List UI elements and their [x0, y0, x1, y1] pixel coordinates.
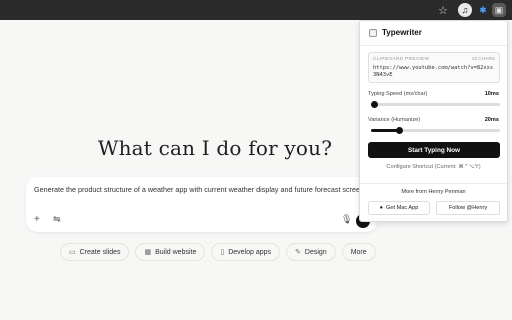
music-note-icon[interactable]: ♫ [458, 3, 472, 17]
chip-label: Design [304, 248, 327, 256]
configure-shortcut-link[interactable]: Configure Shortcut (Current: ⌘⌃⌥Y) [360, 164, 507, 170]
variance-value: 20ms [484, 117, 499, 123]
variance-fill [371, 129, 400, 132]
slides-icon: ▭ [69, 249, 76, 256]
variance-label: Variance (Humanize) [368, 117, 421, 123]
chip-label: Build website [155, 248, 197, 256]
chip-build-website[interactable]: ▦ Build website [135, 243, 206, 261]
popup-title: Typewriter [382, 28, 422, 37]
clipboard-label: CLIPBOARD PREVIEW [373, 57, 430, 62]
prompt-text[interactable]: Generate the product structure of a weat… [34, 185, 364, 194]
chip-more[interactable]: More [341, 243, 376, 261]
typewriter-icon[interactable]: ▣ [492, 3, 506, 17]
more-from-label: More from Henry Penman [401, 189, 466, 195]
follow-label: Follow @Henry [448, 205, 488, 211]
divider [360, 45, 507, 46]
get-mac-app-button[interactable]: ● Get Mac App [368, 201, 430, 215]
clipboard-char-count: 43 CHARS [471, 57, 495, 62]
typing-speed-label: Typing Speed (ms/char) [368, 91, 428, 97]
clipboard-preview: CLIPBOARD PREVIEW 43 CHARS https://www.y… [368, 52, 500, 83]
chip-develop-apps[interactable]: ▯ Develop apps [211, 243, 281, 261]
website-icon: ▦ [144, 249, 152, 256]
bookmark-star-icon[interactable]: ☆ [436, 3, 450, 17]
popup-header: Typewriter [369, 28, 422, 37]
divider [360, 183, 507, 184]
phone-icon: ▯ [220, 249, 225, 256]
follow-button[interactable]: Follow @Henry [436, 201, 500, 215]
get-mac-app-label: Get Mac App [386, 205, 419, 211]
variance-handle[interactable] [396, 127, 404, 134]
chip-create-slides[interactable]: ▭ Create slides [60, 243, 130, 261]
typing-speed-slider[interactable] [371, 101, 500, 108]
apple-icon: ● [379, 205, 384, 211]
suggestion-chips: ▭ Create slides ▦ Build website ▯ Develo… [60, 243, 376, 261]
typewriter-logo-icon [369, 28, 377, 37]
typing-speed-handle[interactable] [371, 101, 378, 108]
brush-icon: ✎ [295, 249, 301, 256]
typing-speed-value: 10ms [484, 91, 499, 97]
puzzle-icon[interactable]: ✱ [476, 3, 490, 17]
chip-label: More [350, 248, 367, 256]
chip-label: Create slides [79, 248, 121, 256]
tools-icon[interactable]: ⇋ [53, 214, 61, 225]
prompt-input-box[interactable]: Generate the product structure of a weat… [26, 177, 378, 232]
start-typing-button[interactable]: Start Typing Now [368, 142, 500, 158]
chip-label: Develop apps [228, 248, 272, 256]
clipboard-text: https://www.youtube.com/watch?v=82xxs3N4… [373, 65, 494, 78]
variance-slider[interactable] [371, 127, 500, 134]
typewriter-popup: Typewriter CLIPBOARD PREVIEW 43 CHARS ht… [359, 20, 508, 222]
chip-design[interactable]: ✎ Design [286, 243, 336, 261]
plus-icon[interactable]: + [34, 214, 40, 225]
browser-toolbar: ☆ ♫ ✱ ▣ [0, 0, 512, 20]
microphone-icon[interactable]: 🎙 [341, 214, 352, 225]
